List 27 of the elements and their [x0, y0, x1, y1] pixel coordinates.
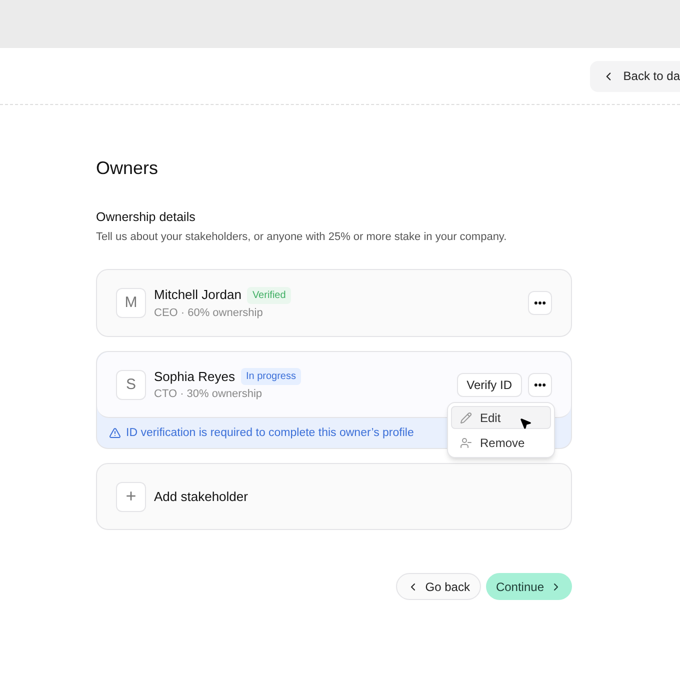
- add-stakeholder-card[interactable]: + Add stakeholder: [96, 463, 572, 530]
- verify-id-button[interactable]: Verify ID: [456, 372, 522, 397]
- warning-icon: [109, 427, 121, 440]
- menu-item[interactable]: Remove: [451, 431, 551, 454]
- continue-button[interactable]: Continue: [486, 573, 572, 600]
- owner-name: Sophia Reyes: [154, 368, 235, 386]
- add-stakeholder-label: Add stakeholder: [154, 488, 248, 506]
- more-button[interactable]: [528, 372, 552, 397]
- alert-text: ID verification is required to complete this owner’s profile: [126, 426, 414, 441]
- owner-details: CTO · 30% ownership: [154, 387, 264, 402]
- owner-details: CEO · 60% ownership: [154, 306, 264, 321]
- section-title: Ownership details: [96, 209, 196, 226]
- menu-item[interactable]: Edit: [451, 406, 551, 430]
- user-minus-icon: [460, 436, 472, 449]
- owner-name: Mitchell Jordan: [154, 286, 242, 304]
- avatar-initial: M: [116, 288, 146, 318]
- page-title: Owners: [96, 157, 160, 180]
- cursor-icon: [519, 417, 532, 430]
- go-back-button[interactable]: Go back: [396, 573, 481, 600]
- plus-sign: +: [116, 482, 146, 512]
- pencil-icon: [460, 412, 472, 424]
- more-button[interactable]: [528, 291, 552, 316]
- avatar-initial: S: [116, 370, 146, 400]
- section-description: Tell us about your stakeholders, or anyone with 25% or more stake in your company.: [96, 230, 508, 245]
- status-badge: In progress: [240, 368, 301, 385]
- status-badge: Verified: [247, 286, 291, 304]
- back-to-dashboard-button[interactable]: Back to da: [590, 60, 680, 92]
